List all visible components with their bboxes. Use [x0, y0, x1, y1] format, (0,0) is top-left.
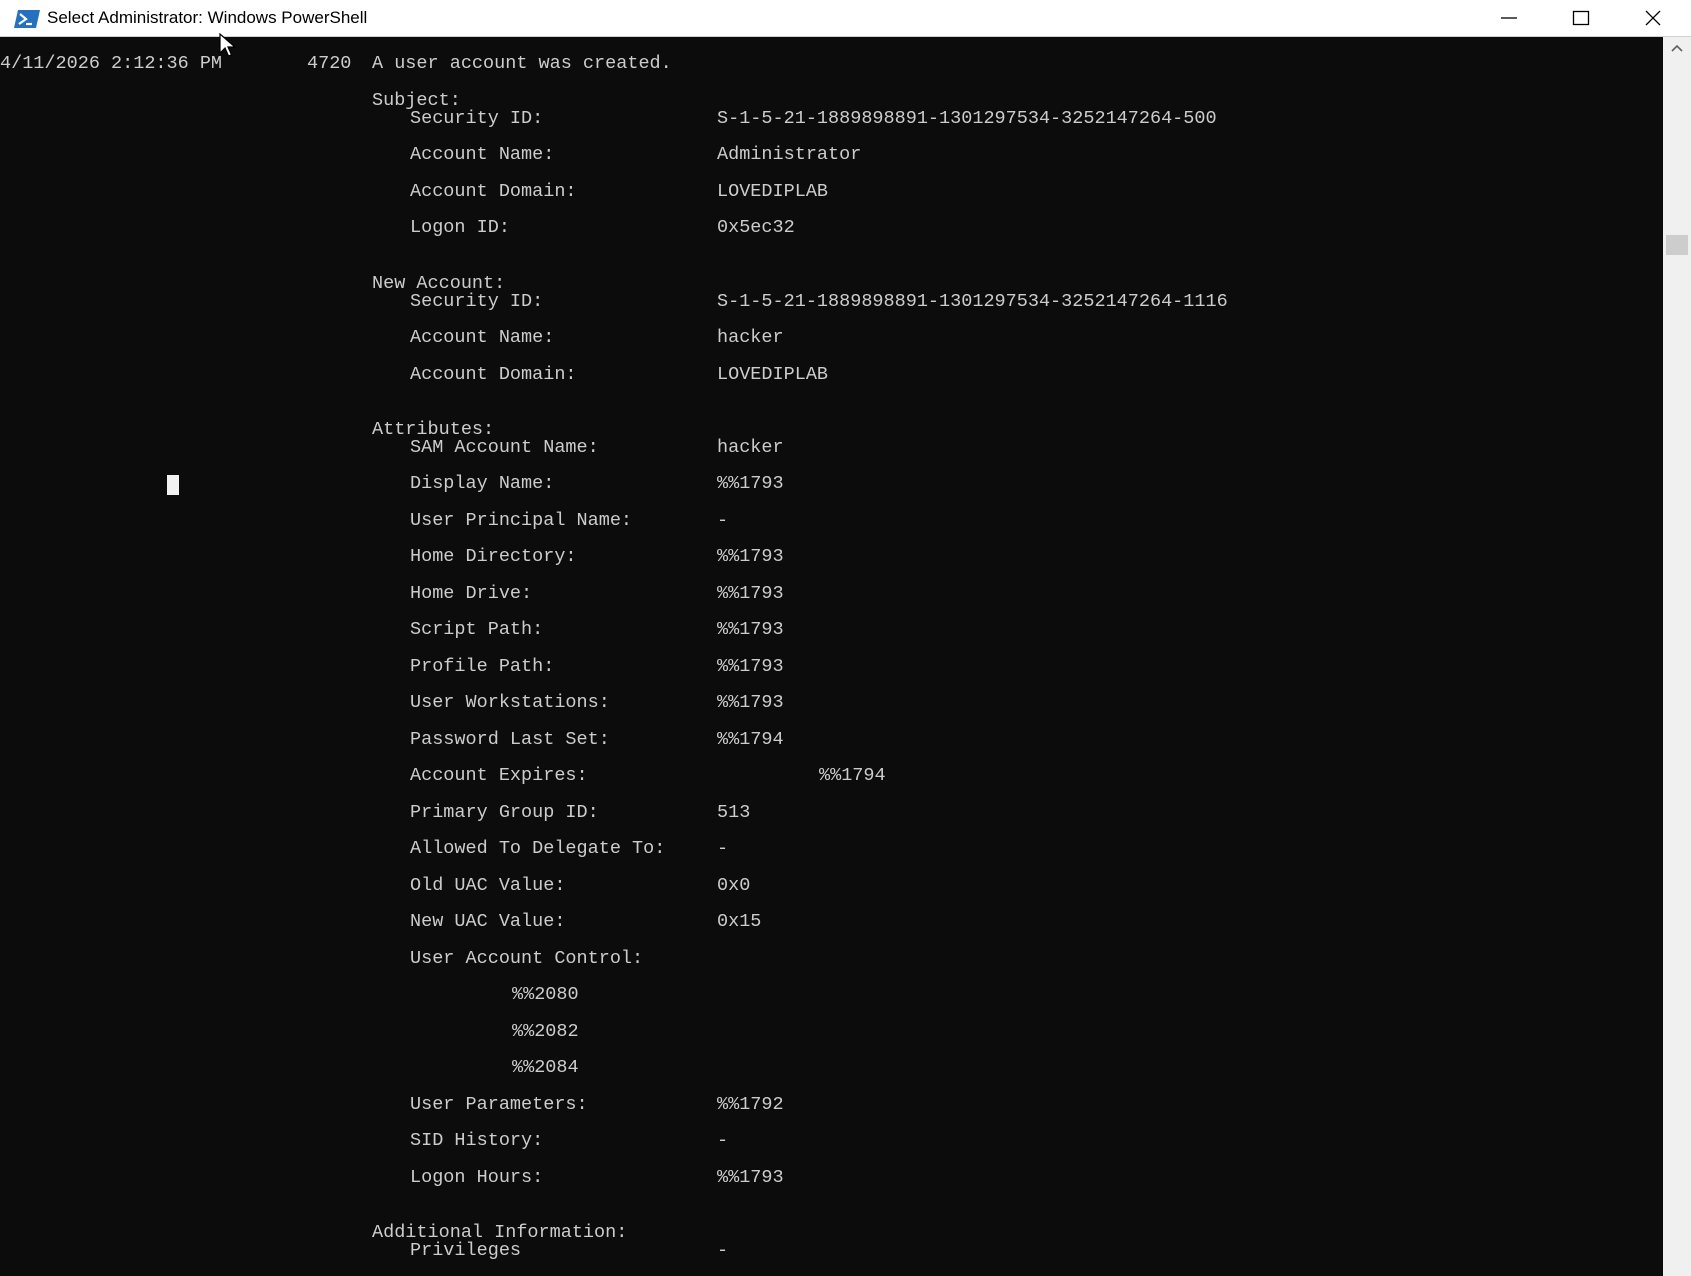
uac-flag: %%2084 — [512, 1057, 579, 1078]
uac-flag: %%2080 — [512, 984, 579, 1005]
console-output[interactable]: 4/11/2026 2:12:36 PM 4720 A user account… — [0, 37, 1663, 1276]
password-last-set-label: Password Last Set: — [410, 729, 610, 750]
text-cursor-block — [167, 475, 179, 495]
chevron-up-icon — [1671, 44, 1683, 52]
new-uac-label: New UAC Value: — [410, 911, 566, 932]
user-workstations-label: User Workstations: — [410, 692, 610, 713]
primary-group-id: 513 — [717, 802, 751, 823]
new-account-name-label: Account Name: — [410, 327, 555, 348]
user-account-control-label: User Account Control: — [410, 948, 644, 969]
old-uac-value: 0x0 — [717, 875, 751, 896]
logon-hours: %%1793 — [717, 1167, 784, 1188]
new-uac-value: 0x15 — [717, 911, 762, 932]
upn-label: User Principal Name: — [410, 510, 633, 531]
minimize-icon — [1501, 17, 1517, 19]
event-message: A user account was created. — [372, 53, 672, 74]
subject-account-domain-label: Account Domain: — [410, 181, 577, 202]
user-workstations: %%1793 — [717, 692, 784, 713]
close-button[interactable] — [1617, 0, 1689, 36]
close-icon — [1645, 10, 1661, 26]
display-name-label: Display Name: — [410, 473, 555, 494]
sam-account-name: hacker — [717, 437, 784, 458]
user-parameters: %%1792 — [717, 1094, 784, 1115]
home-directory-label: Home Directory: — [410, 546, 577, 567]
subject-security-id-label: Security ID: — [410, 108, 544, 129]
script-path-label: Script Path: — [410, 619, 544, 640]
new-account-security-id-label: Security ID: — [410, 291, 544, 312]
account-expires: %%1794 — [819, 765, 886, 786]
password-last-set: %%1794 — [717, 729, 784, 750]
new-account-name: hacker — [717, 327, 784, 348]
home-drive: %%1793 — [717, 583, 784, 604]
home-directory: %%1793 — [717, 546, 784, 567]
profile-path-label: Profile Path: — [410, 656, 555, 677]
sid-history-label: SID History: — [410, 1130, 544, 1151]
allowed-to-delegate-label: Allowed To Delegate To: — [410, 838, 666, 859]
logon-hours-label: Logon Hours: — [410, 1167, 544, 1188]
minimize-button[interactable] — [1473, 0, 1545, 36]
primary-group-id-label: Primary Group ID: — [410, 802, 599, 823]
window-title: Select Administrator: Windows PowerShell — [47, 8, 368, 27]
script-path: %%1793 — [717, 619, 784, 640]
display-name: %%1793 — [717, 473, 784, 494]
event-timestamp: 4/11/2026 2:12:36 PM — [0, 53, 223, 74]
sam-account-name-label: SAM Account Name: — [410, 437, 599, 458]
maximize-icon — [1572, 10, 1590, 26]
maximize-button[interactable] — [1545, 0, 1617, 36]
title-bar[interactable]: Select Administrator: Windows PowerShell — [0, 0, 1691, 37]
new-account-domain: LOVEDIPLAB — [717, 364, 829, 385]
subject-account-name-label: Account Name: — [410, 144, 555, 165]
powershell-window: Select Administrator: Windows PowerShell… — [0, 0, 1691, 1276]
new-account-domain-label: Account Domain: — [410, 364, 577, 385]
subject-account-domain: LOVEDIPLAB — [717, 181, 829, 202]
event-id: 4720 — [307, 53, 352, 74]
profile-path: %%1793 — [717, 656, 784, 677]
privileges-label: Privileges — [410, 1240, 522, 1261]
new-account-security-id: S-1-5-21-1889898891-1301297534-325214726… — [717, 291, 1228, 312]
user-parameters-label: User Parameters: — [410, 1094, 588, 1115]
sid-history: - — [717, 1130, 729, 1151]
subject-account-name: Administrator — [717, 144, 862, 165]
scroll-thumb[interactable] — [1666, 235, 1688, 255]
subject-logon-id-label: Logon ID: — [410, 217, 510, 238]
subject-logon-id: 0x5ec32 — [717, 217, 795, 238]
mouse-pointer-icon — [219, 33, 237, 57]
home-drive-label: Home Drive: — [410, 583, 533, 604]
uac-flag: %%2082 — [512, 1021, 579, 1042]
allowed-to-delegate: - — [717, 838, 729, 859]
scroll-up-button[interactable] — [1663, 37, 1691, 59]
vertical-scrollbar[interactable] — [1663, 37, 1691, 1276]
powershell-icon — [14, 10, 40, 28]
privileges-value: - — [717, 1240, 729, 1261]
subject-security-id: S-1-5-21-1889898891-1301297534-325214726… — [717, 108, 1217, 129]
upn-value: - — [717, 510, 729, 531]
account-expires-label: Account Expires: — [410, 765, 588, 786]
old-uac-label: Old UAC Value: — [410, 875, 566, 896]
